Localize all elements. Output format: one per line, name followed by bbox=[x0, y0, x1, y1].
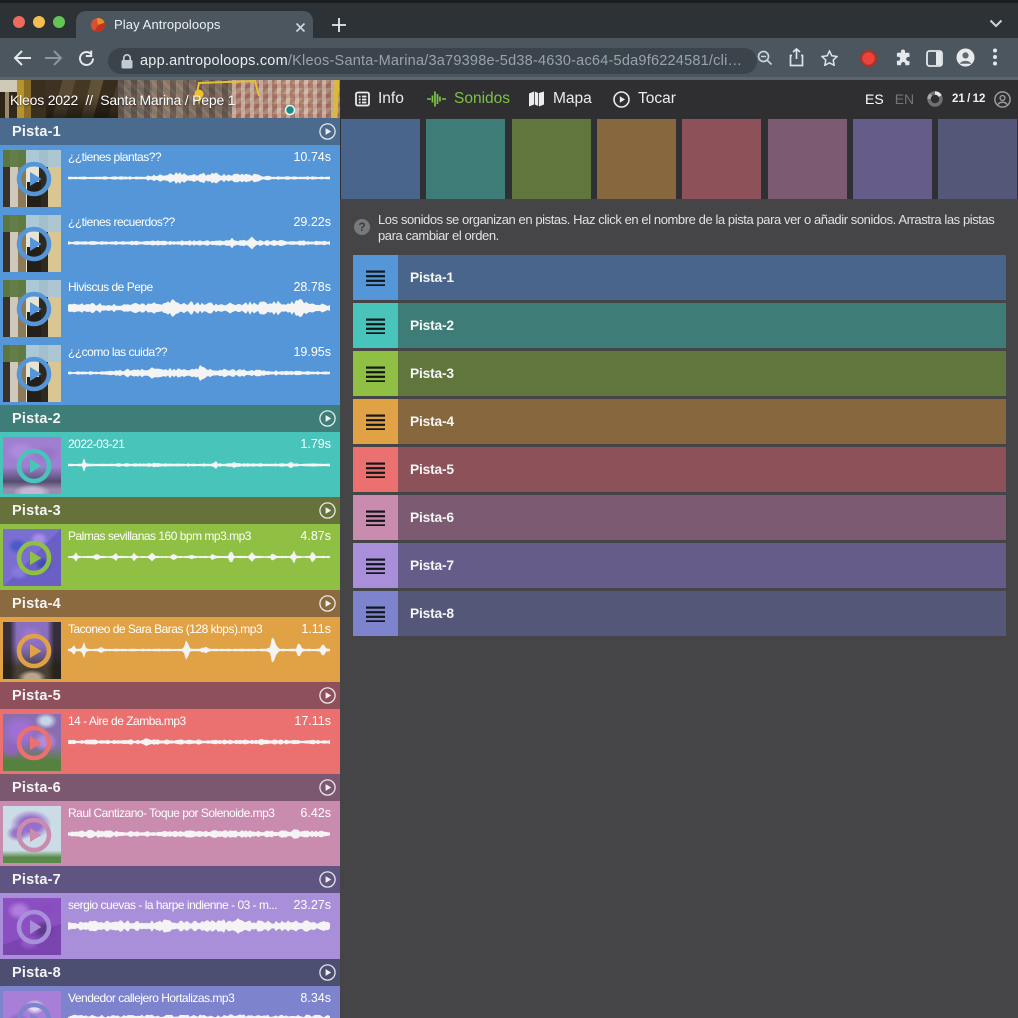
svg-text:?: ? bbox=[358, 220, 365, 234]
